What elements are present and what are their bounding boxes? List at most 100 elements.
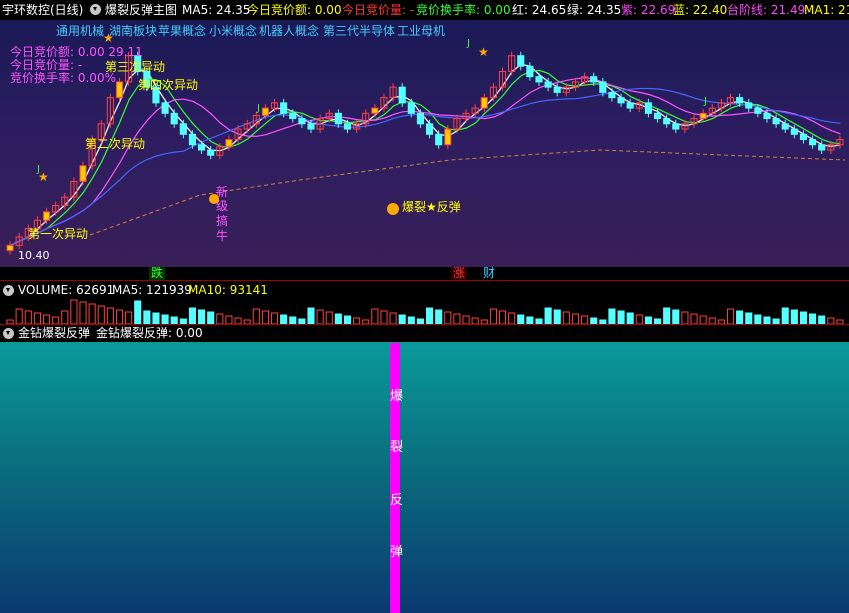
volume-dropdown-icon[interactable] [3,285,14,296]
star-icon: ★ [103,31,114,45]
candle[interactable] [799,133,808,141]
candle[interactable] [298,118,306,125]
candle[interactable] [188,133,197,146]
volume-bar [389,312,397,324]
candle[interactable] [772,118,780,125]
candle[interactable] [818,144,826,151]
candle[interactable] [526,65,534,78]
volume-bar [207,311,215,324]
candle[interactable] [617,97,625,104]
candle[interactable] [179,123,187,135]
candle[interactable] [307,123,315,130]
candle[interactable] [672,123,680,130]
buy-marker-icon [209,194,219,204]
candle[interactable] [480,97,488,109]
concept-tags: 通用机械 湖南板块 苹果概念 小米概念 机器人概念 第三代半导体 工业母机 [0,24,849,38]
step-line [89,149,846,236]
indicator-dropdown-icon[interactable] [3,328,14,339]
concept-tag[interactable]: 湖南板块 [109,24,157,38]
candle[interactable] [745,102,753,109]
volume-bar [462,315,470,324]
candle[interactable] [754,107,762,114]
volume-bar [444,311,452,324]
candle[interactable] [781,123,789,130]
volume-bar [97,305,105,324]
volume-bar [617,310,625,324]
volume-bar [699,315,707,324]
low-price-label: 10.40 [18,249,50,262]
concept-tag[interactable]: 苹果概念 [158,24,206,38]
candle[interactable] [170,112,178,125]
auction-volume-readout: 今日竞价量: - [342,3,415,17]
candle[interactable] [261,107,269,116]
candle[interactable] [608,91,616,99]
candle[interactable] [289,112,297,120]
candle[interactable] [435,133,443,146]
rebound-marker-icon [387,203,399,215]
cow-char-3: 牛 [216,229,229,243]
volume-bar [726,308,735,324]
candle[interactable] [644,102,652,114]
candle[interactable] [407,102,415,114]
candle[interactable] [198,144,206,151]
concept-tag[interactable]: 通用机械 [56,24,104,38]
candle[interactable] [398,86,406,104]
concept-tag[interactable]: 第三代半导体 [323,24,395,38]
candle[interactable] [444,128,452,146]
indicator-panel[interactable] [0,342,849,613]
indicator-name[interactable]: 金钻爆裂反弹 [18,326,90,340]
candle[interactable] [590,76,598,83]
volume-bar [508,312,516,324]
candle[interactable] [763,112,771,120]
candle[interactable] [207,149,215,156]
candle[interactable] [280,102,288,114]
volume-bar [252,308,260,324]
candle[interactable] [544,81,552,88]
candle[interactable] [736,97,744,104]
candle[interactable] [6,244,14,252]
candle[interactable] [225,139,233,148]
fall-tag[interactable]: 跌 [149,267,166,280]
volume-bar [763,316,771,324]
cow-char-2: 搞 [216,214,229,228]
candle[interactable] [699,112,707,120]
concept-tag[interactable]: 机器人概念 [259,24,319,38]
concept-tag[interactable]: 小米概念 [209,24,257,38]
candle[interactable] [161,102,169,114]
candle[interactable] [663,118,671,125]
concept-tag[interactable]: 工业母机 [397,24,445,38]
candle[interactable] [115,81,124,99]
candle[interactable] [416,112,424,125]
volume-ma5-readout: MA5: 121939 [112,283,192,297]
volume-bar [754,314,762,324]
candle[interactable] [626,102,634,109]
candle[interactable] [535,76,543,83]
candle[interactable] [553,86,561,93]
wealth-tag[interactable]: 财 [481,267,497,280]
red-line-readout: 红: 24.65 [512,3,567,17]
candle[interactable] [79,165,87,182]
candle[interactable] [426,123,434,135]
candle[interactable] [517,55,525,67]
candle[interactable] [343,123,352,130]
candle[interactable] [371,107,379,114]
candle[interactable] [653,112,662,120]
rebound-signal-bar [390,343,400,613]
candle[interactable] [599,81,607,93]
candle[interactable] [42,211,51,221]
volume-bar [398,314,406,324]
volume-bar [498,310,507,324]
volume-bar [571,313,580,324]
rise-tag[interactable]: 涨 [451,267,468,280]
volume-bar [608,308,616,324]
candle[interactable] [334,112,342,125]
star-icon: ★ [478,45,489,59]
main-indicator-name[interactable]: 爆裂反弹主图 [105,3,177,17]
volume-bar [690,313,698,324]
indicator-dropdown-icon[interactable] [90,4,101,15]
candle[interactable] [790,128,798,135]
volume-bar [343,315,352,324]
candle[interactable] [809,139,817,146]
stock-title[interactable]: 宇环数控(日线) [2,3,83,17]
volume-bar [125,311,133,324]
